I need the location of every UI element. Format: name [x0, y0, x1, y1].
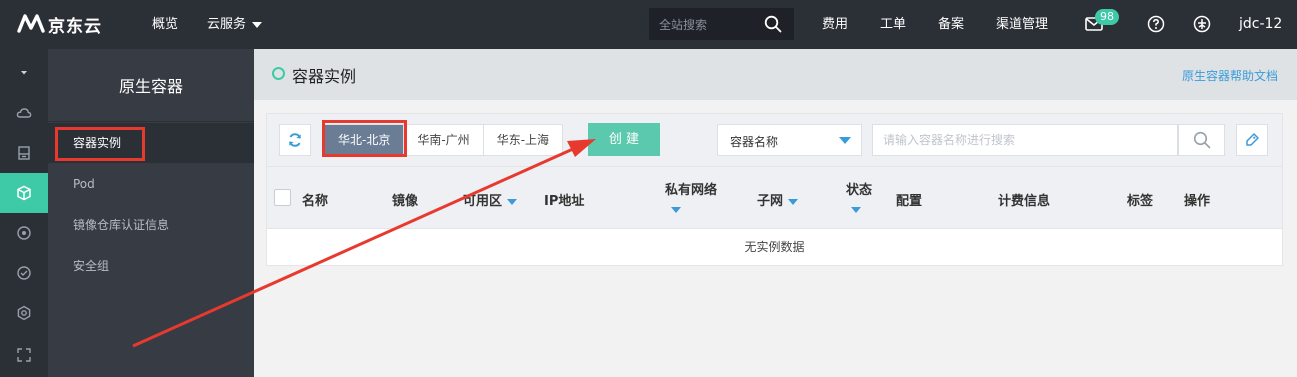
storage-icon	[18, 146, 30, 160]
nav-cloud-services-label: 云服务	[207, 17, 247, 32]
column-subnet-label: 子网	[757, 194, 784, 209]
rail-monitor[interactable]	[0, 253, 48, 293]
region-tab-east-shanghai[interactable]: 华东-上海	[484, 125, 562, 155]
language-icon[interactable]	[1193, 15, 1211, 33]
refresh-icon	[289, 133, 301, 147]
nav-tickets[interactable]: 工单	[880, 0, 906, 49]
sidebar: 原生容器 容器实例 Pod 镜像仓库认证信息 安全组	[48, 49, 254, 377]
column-subnet[interactable]: 子网	[757, 190, 798, 209]
instance-panel: 华北-北京 华南-广州 华东-上海 创 建 容器名称 请输入容器名称进行搜索 名…	[266, 113, 1283, 266]
global-search[interactable]: 全站搜索	[649, 8, 794, 40]
region-tab-south-guangzhou[interactable]: 华南-广州	[404, 125, 484, 155]
search-icon[interactable]	[764, 15, 782, 33]
monitor-icon	[17, 266, 31, 280]
chevron-down-icon	[839, 137, 851, 144]
filter-field-select[interactable]: 容器名称	[717, 124, 862, 156]
rail-expand[interactable]	[0, 335, 48, 375]
sidebar-item-registry-auth[interactable]: 镜像仓库认证信息	[48, 205, 254, 245]
sidebar-item-pod[interactable]: Pod	[48, 164, 254, 204]
column-config: 配置	[896, 194, 923, 209]
column-image: 镜像	[392, 194, 419, 209]
nav-channel-management[interactable]: 渠道管理	[996, 0, 1048, 49]
top-navbar: 京东云 概览 云服务 全站搜索 费用 工单 备案 渠道管理 98 jdc-12	[0, 0, 1297, 49]
brand-logo[interactable]: 京东云	[16, 11, 102, 37]
status-filter-icon[interactable]	[851, 207, 861, 213]
column-availability-zone-label: 可用区	[463, 194, 503, 209]
help-icon[interactable]	[1147, 15, 1165, 33]
highlight-box-sidebar	[55, 127, 145, 161]
tag-filter-button[interactable]	[1236, 124, 1268, 156]
nav-overview[interactable]: 概览	[152, 0, 178, 49]
refresh-button[interactable]	[279, 124, 311, 156]
filter-field-value: 容器名称	[730, 135, 779, 149]
column-availability-zone[interactable]: 可用区	[463, 190, 517, 209]
message-count-badge: 98	[1095, 9, 1119, 25]
network-icon	[17, 226, 31, 240]
service-icon-rail	[0, 49, 48, 377]
container-icon	[17, 185, 31, 201]
page-title: 容器实例	[292, 67, 357, 86]
rail-settings[interactable]	[0, 293, 48, 333]
status-ring-icon	[272, 67, 285, 80]
column-ip-address: IP地址	[544, 194, 585, 209]
collapse-icon	[21, 71, 27, 75]
nav-filing[interactable]: 备案	[938, 0, 964, 49]
jdcloud-logo-icon	[17, 14, 45, 33]
sidebar-divider	[48, 121, 254, 122]
column-status: 状态	[846, 183, 873, 198]
subnet-filter-icon	[787, 198, 798, 205]
cloud-icon	[16, 108, 32, 118]
empty-table-message: 无实例数据	[267, 228, 1282, 265]
tag-icon	[1246, 133, 1259, 146]
toolbar: 华北-北京 华南-广州 华东-上海 创 建 容器名称	[267, 114, 1282, 166]
expand-icon	[17, 348, 31, 362]
sidebar-item-security-group[interactable]: 安全组	[48, 246, 254, 286]
rail-network[interactable]	[0, 213, 48, 253]
rail-cloud[interactable]	[0, 93, 48, 133]
vpc-filter-icon[interactable]	[671, 207, 681, 213]
column-billing: 计费信息	[998, 194, 1051, 209]
sort-down-icon	[506, 198, 517, 205]
main-content: 容器实例 原生容器帮助文档 华北-北京 华南-广州 华东-上海 创 建 容器名称	[254, 49, 1297, 377]
brand-name: 京东云	[48, 16, 102, 37]
highlight-box-region	[322, 120, 407, 157]
nav-billing[interactable]: 费用	[822, 0, 848, 49]
table-header: 名称 镜像 可用区 IP地址 私有网络 子网 状态 配置 计费信息 标签 操作	[267, 166, 1282, 228]
sidebar-title: 原生容器	[118, 77, 183, 96]
settings-icon	[17, 305, 31, 321]
column-actions: 操作	[1184, 194, 1211, 209]
rail-storage[interactable]	[0, 133, 48, 173]
create-button[interactable]: 创 建	[588, 123, 660, 156]
global-search-placeholder: 全站搜索	[659, 18, 708, 32]
select-all-checkbox[interactable]	[274, 189, 291, 206]
column-vpc: 私有网络	[665, 183, 718, 198]
search-input[interactable]	[872, 124, 1178, 156]
rail-collapse[interactable]	[0, 53, 48, 93]
page-header: 容器实例 原生容器帮助文档	[254, 49, 1297, 100]
rail-container[interactable]	[0, 173, 48, 213]
search-button[interactable]	[1178, 124, 1225, 156]
user-account[interactable]: jdc-12	[1239, 0, 1282, 49]
chevron-down-icon	[252, 21, 263, 28]
nav-cloud-services[interactable]: 云服务	[207, 0, 263, 49]
search-icon	[1193, 131, 1210, 149]
help-docs-link[interactable]: 原生容器帮助文档	[1182, 67, 1278, 84]
column-name: 名称	[302, 194, 329, 209]
column-tags: 标签	[1127, 194, 1154, 209]
